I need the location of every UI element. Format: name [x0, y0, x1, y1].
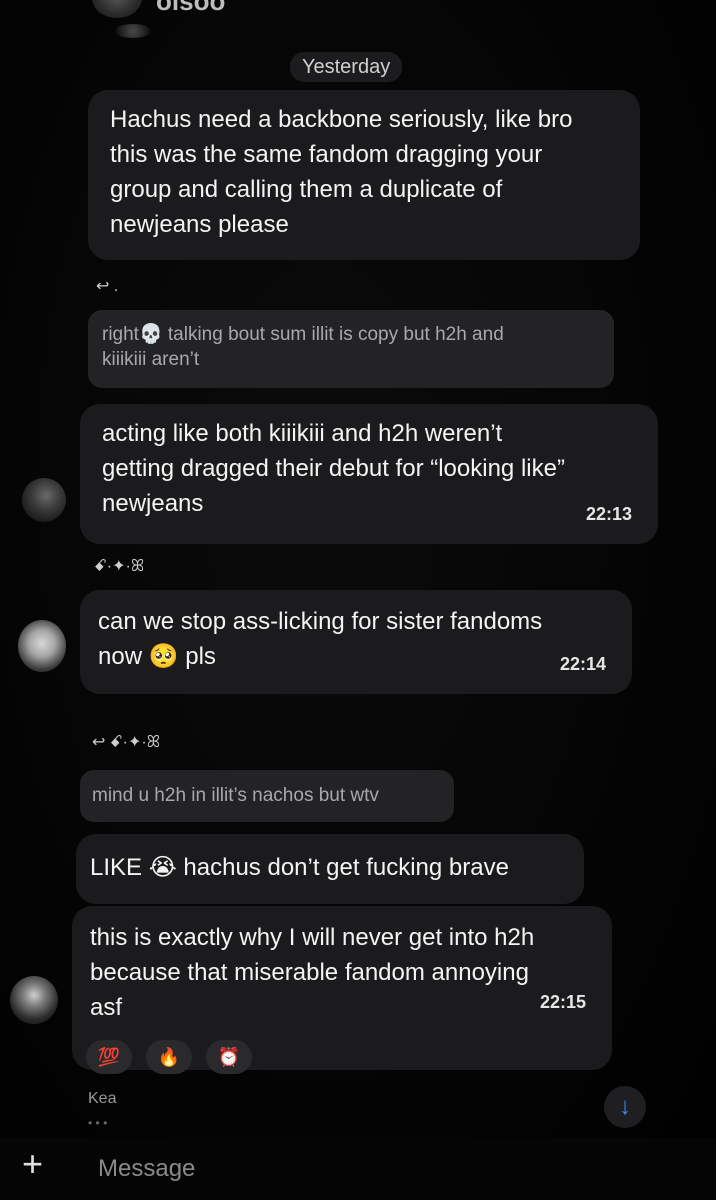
reply-preview[interactable]: mind u h2h in illit’s nachos but wtv [80, 770, 454, 822]
header-avatar-secondary [115, 24, 151, 38]
sender-avatar[interactable] [10, 976, 58, 1024]
reactions-row: 💯 🔥 ⏰ [86, 1040, 252, 1074]
reply-marker: ↩ . [96, 278, 119, 295]
message-text: this is exactly why I will never get int… [90, 924, 535, 1021]
reply-preview-text: mind u h2h in illit’s nachos but wtv [92, 785, 379, 806]
sender-avatar[interactable] [22, 478, 66, 522]
composer-bar: + [0, 1138, 716, 1200]
arrow-down-icon: ↓ [619, 1093, 631, 1120]
message-bubble[interactable]: acting like both kiiikiii and h2h weren’… [80, 404, 658, 544]
sender-avatar[interactable] [18, 620, 66, 672]
plus-icon[interactable]: + [22, 1146, 43, 1182]
message-timestamp: 22:13 [585, 504, 632, 524]
message-text: can we stop ass-licking for sister fando… [98, 608, 543, 670]
typing-user-name: Kea [88, 1090, 117, 1107]
message-bubble[interactable]: can we stop ass-licking for sister fando… [80, 590, 632, 694]
reply-preview[interactable]: right💀 talking bout sum illit is copy bu… [88, 310, 614, 388]
reaction-hundred[interactable]: 💯 [86, 1040, 132, 1074]
chat-screen: oisoo Yesterday Hachus need a backbone s… [0, 0, 716, 1200]
reaction-alarm-clock[interactable]: ⏰ [206, 1040, 252, 1074]
message-text: acting like both kiiikiii and h2h weren’… [102, 420, 565, 517]
reply-marker: ↩ ꗃ·✦·ꕤ [92, 734, 161, 751]
message-bubble[interactable]: this is exactly why I will never get int… [72, 906, 612, 1074]
message-timestamp: 22:15 [539, 992, 586, 1012]
header-avatar[interactable] [92, 0, 142, 18]
typing-dots: • • • [88, 1116, 108, 1130]
message-input[interactable] [96, 1148, 660, 1190]
chat-title[interactable]: oisoo [156, 0, 225, 17]
scroll-down-button[interactable]: ↓ [604, 1086, 646, 1128]
message-text: LIKE 😭 hachus don’t get fucking brave [90, 854, 509, 881]
message-text: Hachus need a backbone seriously, like b… [110, 106, 573, 238]
reaction-fire[interactable]: 🔥 [146, 1040, 192, 1074]
reply-preview-text: right💀 talking bout sum illit is copy bu… [102, 324, 504, 370]
message-bubble[interactable]: LIKE 😭 hachus don’t get fucking brave [76, 834, 584, 904]
chat-header: oisoo [0, 0, 716, 46]
message-timestamp: 22:14 [559, 654, 606, 674]
date-divider: Yesterday [290, 52, 403, 82]
sender-tag: ꗃ·✦·ꕤ [94, 558, 145, 575]
message-bubble[interactable]: Hachus need a backbone seriously, like b… [88, 90, 640, 260]
